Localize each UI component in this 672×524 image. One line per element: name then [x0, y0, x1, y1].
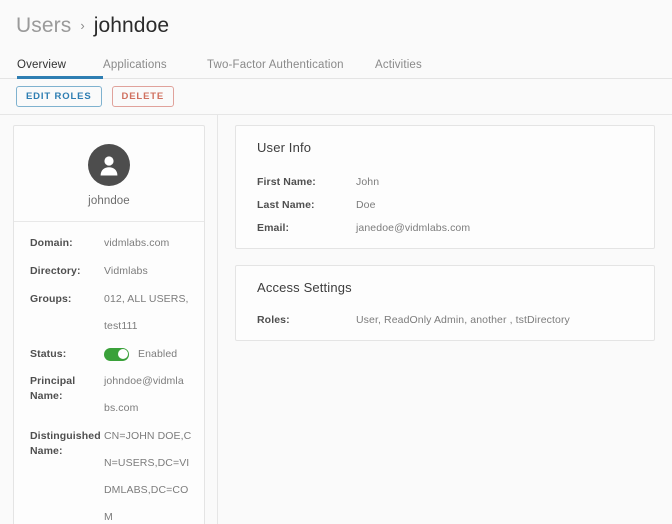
action-toolbar: EDIT ROLES DELETE — [0, 78, 672, 115]
status-label-text: Enabled — [138, 347, 178, 360]
distinguished-value-line-2: N=USERS,DC=VI — [104, 456, 190, 469]
page-title: johndoe — [93, 14, 170, 37]
profile-field-list: Domain: vidmlabs.com Directory: Vidmlabs… — [14, 222, 204, 524]
status-toggle[interactable] — [104, 347, 129, 361]
profile-field-status: Status: Enabled — [14, 347, 204, 362]
user-avatar-icon — [88, 143, 130, 186]
page-content: johndoe Domain: vidmlabs.com Directory: … — [0, 114, 672, 524]
tab-applications[interactable]: Applications — [103, 59, 207, 78]
profile-username: johndoe — [88, 194, 130, 207]
distinguished-value-line-4: M — [104, 510, 113, 523]
profile-field-groups: Groups: 012, ALL USERS, test111 — [14, 292, 204, 334]
first-name-label: First Name: — [257, 175, 316, 188]
tab-two-factor-authentication[interactable]: Two-Factor Authentication — [207, 59, 375, 78]
page-header: Users › johndoe — [0, 0, 672, 44]
user-info-card: User Info First Name: John Last Name: Do… — [235, 124, 655, 249]
profile-sidebar: johndoe Domain: vidmlabs.com Directory: … — [0, 114, 218, 524]
access-settings-row-roles: Roles: User, ReadOnly Admin, another , t… — [236, 314, 654, 326]
user-detail-page: Users › johndoe Overview Applications Tw… — [0, 0, 672, 524]
status-toggle-knob — [117, 349, 128, 360]
profile-field-distinguished-name-label: Distinguished Name: — [30, 429, 104, 459]
groups-line-2: test111 — [104, 319, 138, 332]
profile-field-directory: Directory: Vidmlabs — [14, 264, 204, 279]
distinguished-value-line-3: DMLABS,DC=CO — [104, 483, 189, 496]
profile-card: johndoe Domain: vidmlabs.com Directory: … — [13, 124, 205, 524]
detail-panels: User Info First Name: John Last Name: Do… — [218, 115, 672, 524]
profile-identity: johndoe — [14, 126, 204, 222]
breadcrumb-separator-icon: › — [80, 18, 85, 33]
profile-field-status-label: Status: — [30, 347, 67, 360]
profile-field-principal-name-label: Principal Name: — [30, 374, 104, 404]
profile-field-distinguished-name: Distinguished Name: CN=JOHN DOE,C N=USER… — [14, 429, 204, 524]
first-name-value: John — [356, 175, 380, 188]
principal-label-line-2: Name: — [30, 389, 63, 402]
profile-field-groups-value: 012, ALL USERS, test111 — [104, 292, 204, 334]
user-info-title: User Info — [257, 139, 312, 155]
profile-field-principal-name-value: johndoe@vidmla bs.com — [104, 374, 204, 416]
access-settings-title: Access Settings — [257, 279, 352, 295]
profile-field-directory-label: Directory: — [30, 264, 81, 277]
user-info-row-email: Email: janedoe@vidmlabs.com — [236, 222, 654, 234]
last-name-label: Last Name: — [257, 198, 315, 211]
roles-label: Roles: — [257, 313, 290, 326]
last-name-value: Doe — [356, 198, 376, 211]
breadcrumb: Users › johndoe — [16, 14, 672, 44]
delete-button[interactable]: DELETE — [111, 85, 175, 107]
profile-field-domain-label: Domain: — [30, 236, 73, 249]
groups-line-1: 012, ALL USERS, — [104, 292, 189, 305]
profile-field-domain: Domain: vidmlabs.com — [14, 236, 204, 251]
principal-value-line-1: johndoe@vidmla — [104, 374, 184, 387]
profile-field-groups-label: Groups: — [30, 292, 72, 305]
distinguished-value-line-1: CN=JOHN DOE,C — [104, 429, 192, 442]
profile-field-status-value: Enabled — [104, 347, 204, 362]
tab-overview[interactable]: Overview — [17, 59, 103, 79]
profile-field-distinguished-name-value: CN=JOHN DOE,C N=USERS,DC=VI DMLABS,DC=CO… — [104, 429, 204, 524]
principal-label-line-1: Principal — [30, 374, 76, 387]
access-settings-card: Access Settings Roles: User, ReadOnly Ad… — [235, 264, 655, 341]
profile-field-domain-value: vidmlabs.com — [104, 236, 170, 249]
distinguished-label-line-1: Distinguished — [30, 429, 101, 442]
tab-bar: Overview Applications Two-Factor Authent… — [0, 52, 672, 79]
user-info-row-last-name: Last Name: Doe — [236, 199, 654, 211]
breadcrumb-users-link[interactable]: Users — [16, 14, 71, 38]
email-value: janedoe@vidmlabs.com — [356, 221, 471, 234]
tab-activities[interactable]: Activities — [375, 59, 475, 78]
profile-field-principal-name: Principal Name: johndoe@vidmla bs.com — [14, 374, 204, 416]
user-info-row-first-name: First Name: John — [236, 176, 654, 188]
edit-roles-button[interactable]: EDIT ROLES — [16, 85, 102, 107]
profile-field-directory-value: Vidmlabs — [104, 264, 148, 277]
roles-value: User, ReadOnly Admin, another , tstDirec… — [356, 313, 570, 326]
principal-value-line-2: bs.com — [104, 401, 139, 414]
email-label: Email: — [257, 221, 290, 234]
distinguished-label-line-2: Name: — [30, 444, 63, 457]
